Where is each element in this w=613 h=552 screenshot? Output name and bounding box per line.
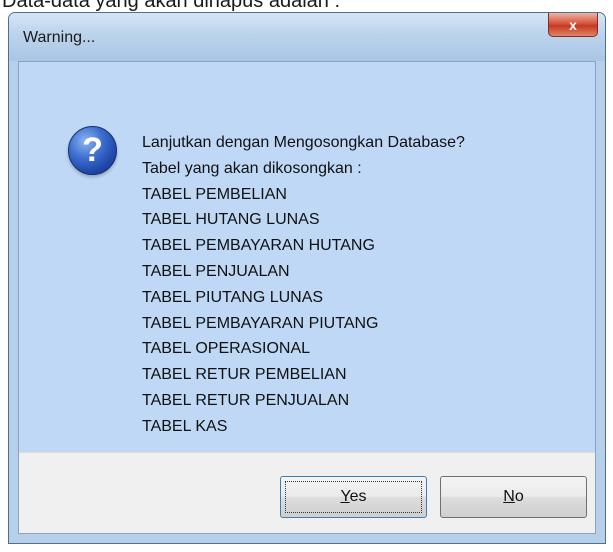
close-icon: x <box>569 16 577 33</box>
table-name: TABEL PEMBAYARAN PIUTANG <box>142 314 379 332</box>
table-name: TABEL PEMBELIAN <box>142 185 287 203</box>
no-mnemonic: N <box>503 488 515 505</box>
no-label-rest: o <box>514 488 524 505</box>
yes-label-rest: es <box>349 488 367 505</box>
close-button[interactable]: x <box>548 13 598 37</box>
dialog-title: Warning... <box>23 29 96 46</box>
question-mark-glyph: ? <box>82 131 103 169</box>
table-name: TABEL OPERASIONAL <box>142 340 311 358</box>
table-name: TABEL PEMBAYARAN HUTANG <box>142 237 375 255</box>
message-area: ? Lanjutkan dengan Mengosongkan Database… <box>19 62 595 454</box>
yes-button[interactable]: Yes <box>280 476 427 518</box>
message-line: Tabel yang akan dikosongkan : <box>142 159 362 177</box>
question-icon: ? <box>68 126 117 175</box>
table-name: TABEL PIUTANG LUNAS <box>142 288 324 306</box>
table-name: TABEL HUTANG LUNAS <box>142 211 320 229</box>
table-name: TABEL KAS <box>142 417 228 435</box>
table-name: TABEL RETUR PEMBELIAN <box>142 366 347 384</box>
message-text: Lanjutkan dengan Mengosongkan Database? … <box>142 130 465 440</box>
table-name: TABEL RETUR PENJUALAN <box>142 391 350 409</box>
button-bar: Yes No <box>19 452 595 533</box>
title-bar[interactable]: Warning... x <box>9 13 605 61</box>
yes-button-label: Yes <box>340 488 366 506</box>
yes-mnemonic: Y <box>340 488 350 505</box>
no-button[interactable]: No <box>440 476 587 518</box>
no-button-label: No <box>503 488 523 506</box>
warning-dialog: Warning... x ? Lanjutkan dengan Mengoson… <box>8 12 606 544</box>
dialog-body: ? Lanjutkan dengan Mengosongkan Database… <box>18 61 596 534</box>
screenshot: Data-data yang akan dihapus adalah : War… <box>0 0 613 552</box>
message-line: Lanjutkan dengan Mengosongkan Database? <box>142 134 465 151</box>
table-name: TABEL PENJUALAN <box>142 262 290 280</box>
